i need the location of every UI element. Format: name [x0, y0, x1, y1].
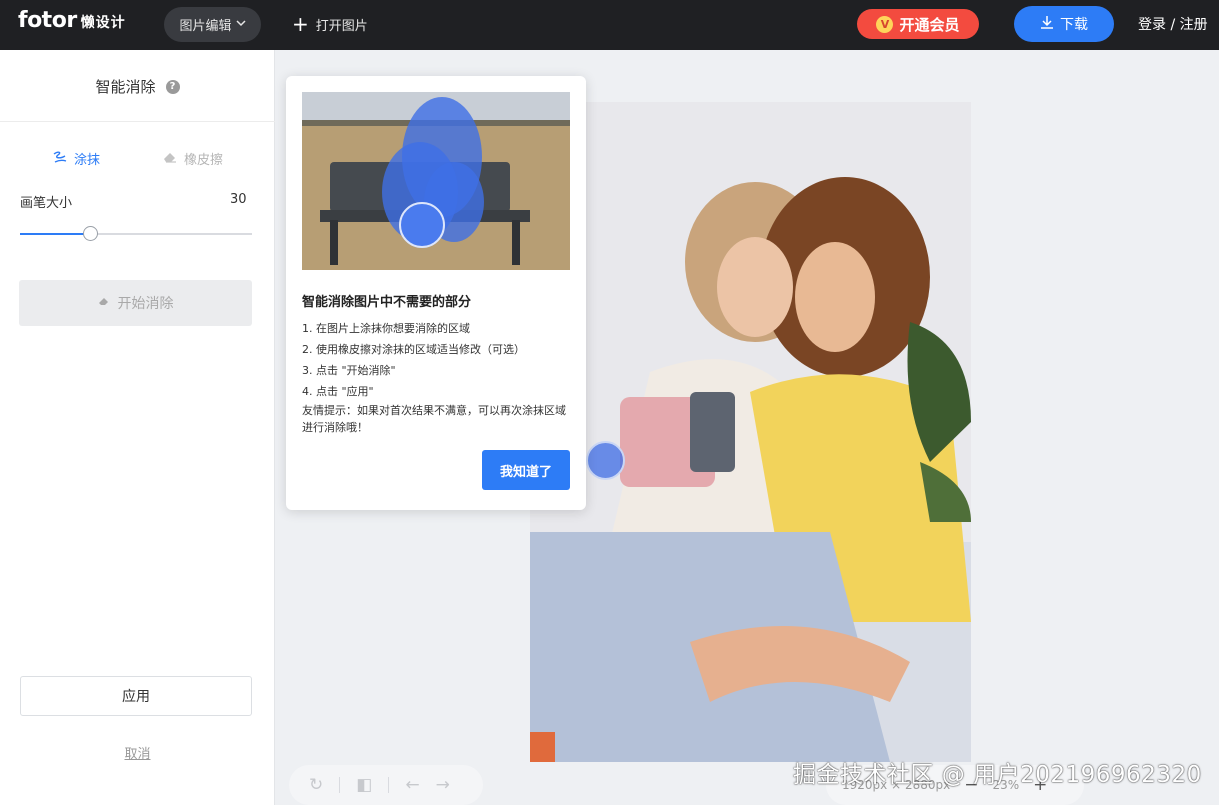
- redo-icon[interactable]: →: [436, 775, 450, 795]
- history-toolbar: ↻ ◧ ← →: [289, 765, 483, 805]
- undo-icon[interactable]: ←: [405, 775, 419, 795]
- slider-fill: [20, 233, 90, 235]
- start-erase-label: 开始消除: [117, 296, 174, 312]
- sidebar: 智能消除 ? 涂抹 橡皮擦 画笔大小 30 开始消除 应用 取消: [0, 50, 275, 805]
- got-it-button[interactable]: 我知道了: [482, 450, 570, 490]
- start-erase-button[interactable]: 开始消除: [19, 280, 252, 326]
- tool-brush[interactable]: 涂抹: [52, 149, 100, 168]
- panel-title-text: 智能消除: [95, 78, 156, 96]
- vip-label: 开通会员: [899, 15, 960, 34]
- vip-icon: V: [876, 15, 894, 33]
- image-edit-menu-label: 图片编辑: [179, 19, 232, 34]
- panel-title: 智能消除 ?: [0, 76, 275, 97]
- guide-step: 3. 点击 "开始消除": [302, 364, 396, 377]
- apply-button[interactable]: 应用: [20, 676, 252, 716]
- download-label: 下载: [1060, 17, 1088, 33]
- reset-icon[interactable]: ↻: [309, 775, 323, 795]
- download-button[interactable]: 下载: [1014, 6, 1114, 42]
- eraser-icon: [162, 150, 178, 168]
- open-image-label: 打开图片: [315, 18, 368, 34]
- guide-step: 2. 使用橡皮擦对涂抹的区域适当修改（可选）: [302, 343, 525, 356]
- tool-eraser-label: 橡皮擦: [184, 153, 224, 168]
- brush-size-label: 画笔大小: [20, 196, 73, 211]
- open-image-button[interactable]: + 打开图片: [292, 8, 368, 40]
- plus-icon: +: [292, 12, 309, 36]
- guide-step: 4. 点击 "应用": [302, 385, 374, 398]
- cancel-link[interactable]: 取消: [0, 743, 275, 762]
- guide-step: 1. 在图片上涂抹你想要消除的区域: [302, 322, 470, 335]
- tool-eraser[interactable]: 橡皮擦: [162, 149, 223, 168]
- help-icon[interactable]: ?: [165, 79, 180, 94]
- compare-icon[interactable]: ◧: [356, 775, 372, 795]
- canvas-photo[interactable]: [530, 102, 971, 762]
- guide-title: 智能消除图片中不需要的部分: [302, 295, 472, 310]
- guide-popup: 智能消除图片中不需要的部分 1. 在图片上涂抹你想要消除的区域 2. 使用橡皮擦…: [286, 76, 586, 510]
- slider-thumb[interactable]: [83, 226, 98, 241]
- download-icon: [1040, 15, 1054, 33]
- login-register-link[interactable]: 登录 / 注册: [1138, 14, 1208, 34]
- guide-tip: 友情提示：如果对首次结果不满意，可以再次涂抹区域进行消除哦！: [302, 404, 566, 434]
- chevron-down-icon: [235, 17, 246, 32]
- logo-sub: 懒设计: [80, 15, 126, 31]
- vip-button[interactable]: V 开通会员: [857, 9, 979, 39]
- brush-cursor: [586, 441, 625, 480]
- tool-brush-label: 涂抹: [74, 153, 101, 168]
- guide-steps: 1. 在图片上涂抹你想要消除的区域 2. 使用橡皮擦对涂抹的区域适当修改（可选）…: [302, 318, 574, 402]
- logo-brand: fotor: [18, 8, 77, 33]
- watermark: 掘金技术社区 @ 用户202196962320: [793, 762, 1202, 788]
- image-edit-menu[interactable]: 图片编辑: [164, 7, 261, 42]
- fotor-logo[interactable]: fotor 懒设计: [18, 8, 126, 33]
- brush-size-value: 30: [230, 192, 247, 207]
- brush-icon: [52, 150, 68, 168]
- divider: [0, 121, 275, 122]
- guide-example-image: [302, 92, 570, 270]
- eraser-icon: [98, 295, 112, 311]
- divider: [339, 777, 341, 793]
- top-bar: fotor 懒设计 图片编辑 + 打开图片 V 开通会员 下载 登录 / 注册: [0, 0, 1219, 50]
- divider: [388, 777, 390, 793]
- brush-size-slider[interactable]: [20, 226, 252, 241]
